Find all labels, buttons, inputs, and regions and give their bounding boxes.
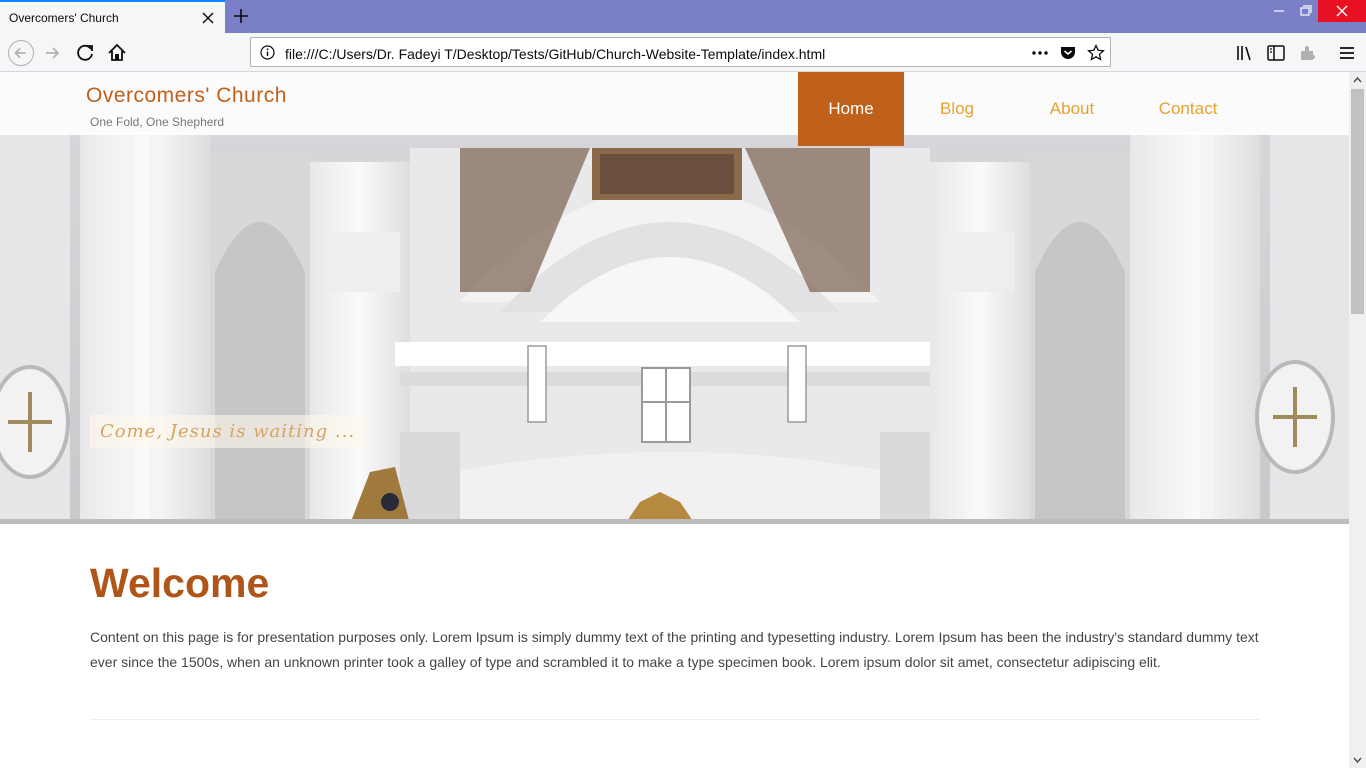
library-icon[interactable] bbox=[1235, 43, 1255, 63]
site-title[interactable]: Overcomers' Church bbox=[86, 84, 287, 108]
hero-caption: Come, Jesus is waiting ... bbox=[90, 415, 366, 448]
scroll-down-arrow-icon[interactable] bbox=[1349, 751, 1366, 768]
nav-blog[interactable]: Blog bbox=[904, 72, 1010, 146]
bookmark-star-icon[interactable] bbox=[1087, 44, 1105, 62]
hero-image: Overcomers' Church One Fold, One Shepher… bbox=[0, 72, 1349, 524]
extension-icon[interactable] bbox=[1298, 43, 1318, 63]
back-arrow-icon[interactable] bbox=[8, 40, 34, 66]
nav-about[interactable]: About bbox=[1019, 72, 1125, 146]
browser-tab[interactable]: Overcomers' Church bbox=[0, 0, 225, 33]
nav-home[interactable]: Home bbox=[798, 72, 904, 146]
plus-icon[interactable] bbox=[231, 6, 251, 26]
pocket-icon[interactable] bbox=[1059, 44, 1077, 62]
browser-toolbar: file:///C:/Users/Dr. Fadeyi T/Desktop/Te… bbox=[0, 33, 1366, 72]
site-tagline: One Fold, One Shepherd bbox=[90, 115, 225, 129]
close-icon[interactable] bbox=[200, 10, 216, 26]
reload-icon[interactable] bbox=[73, 40, 99, 66]
welcome-paragraph: Content on this page is for presentation… bbox=[90, 629, 1259, 670]
address-bar[interactable]: file:///C:/Users/Dr. Fadeyi T/Desktop/Te… bbox=[250, 37, 1111, 67]
section-divider bbox=[90, 719, 1260, 720]
forward-arrow-icon[interactable] bbox=[40, 40, 66, 66]
sidebar-icon[interactable] bbox=[1266, 43, 1286, 63]
more-dots-icon[interactable] bbox=[1031, 44, 1049, 62]
page-viewport: Overcomers' Church One Fold, One Shepher… bbox=[0, 72, 1349, 768]
scroll-up-arrow-icon[interactable] bbox=[1349, 72, 1366, 89]
welcome-heading: Welcome bbox=[90, 560, 270, 606]
info-icon[interactable] bbox=[260, 45, 275, 60]
nav-contact[interactable]: Contact bbox=[1135, 72, 1241, 146]
browser-titlebar: Overcomers' Church bbox=[0, 0, 1366, 33]
tab-title: Overcomers' Church bbox=[9, 11, 119, 25]
url-text[interactable]: file:///C:/Users/Dr. Fadeyi T/Desktop/Te… bbox=[285, 46, 825, 62]
page-scrollbar[interactable] bbox=[1349, 72, 1366, 768]
scroll-thumb[interactable] bbox=[1351, 89, 1364, 314]
home-icon[interactable] bbox=[104, 40, 130, 66]
hamburger-menu-icon[interactable] bbox=[1337, 43, 1357, 63]
restore-icon[interactable] bbox=[1290, 0, 1320, 22]
window-close-icon[interactable] bbox=[1318, 0, 1366, 22]
